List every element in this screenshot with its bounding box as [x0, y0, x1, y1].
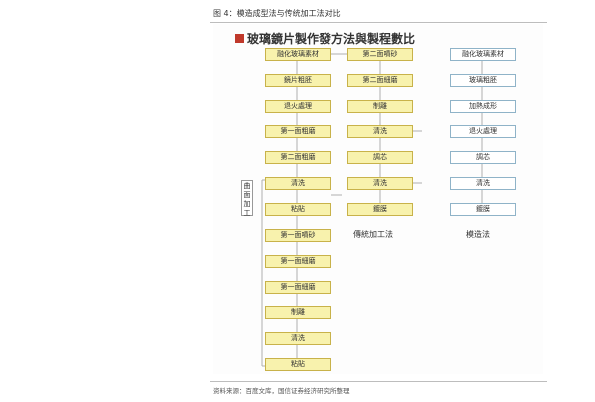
col1-step-7: 粘貼 [265, 203, 331, 216]
col1-step-6: 清洗 [265, 177, 331, 190]
col1-step-11: 制離 [265, 306, 331, 319]
col2-step-4: 清洗 [347, 125, 413, 138]
col2-step-3: 制離 [347, 100, 413, 113]
col3-step-4: 退火處理 [450, 125, 516, 138]
col1-step-10: 第一面細磨 [265, 281, 331, 294]
col2-step-6: 清洗 [347, 177, 413, 190]
col1-side-label: 曲面加工 [241, 180, 253, 217]
col1-step-3: 退火處理 [265, 100, 331, 113]
col1-step-12: 清洗 [265, 332, 331, 345]
col2-step-7: 鍍膜 [347, 203, 413, 216]
col3-label: 模造法 [466, 230, 490, 239]
col1-step-2: 鏡片粗胚 [265, 74, 331, 87]
col2-step-5: 調芯 [347, 151, 413, 164]
source-rule [210, 381, 547, 382]
col3-step-5: 調芯 [450, 151, 516, 164]
col1-step-9: 第一面細磨 [265, 255, 331, 268]
source-note: 资料来源：百度文库，国信证券经济研究所整理 [213, 387, 350, 395]
col3-step-7: 鍍膜 [450, 203, 516, 216]
col3-step-6: 清洗 [450, 177, 516, 190]
col1-step-5: 第二面粗磨 [265, 151, 331, 164]
col3-step-1: 融化玻璃素材 [450, 48, 516, 61]
col1-step-8: 第一面噴砂 [265, 229, 331, 242]
col2-step-2: 第二面細磨 [347, 74, 413, 87]
col3-step-2: 玻璃粗胚 [450, 74, 516, 87]
col1-step-13: 粘貼 [265, 358, 331, 371]
col1-step-1: 融化玻璃素材 [265, 48, 331, 61]
col2-label: 傳統加工法 [353, 230, 393, 239]
col3-step-3: 加熱成形 [450, 100, 516, 113]
col2-step-1: 第二面噴砂 [347, 48, 413, 61]
col1-step-4: 第一面粗磨 [265, 125, 331, 138]
